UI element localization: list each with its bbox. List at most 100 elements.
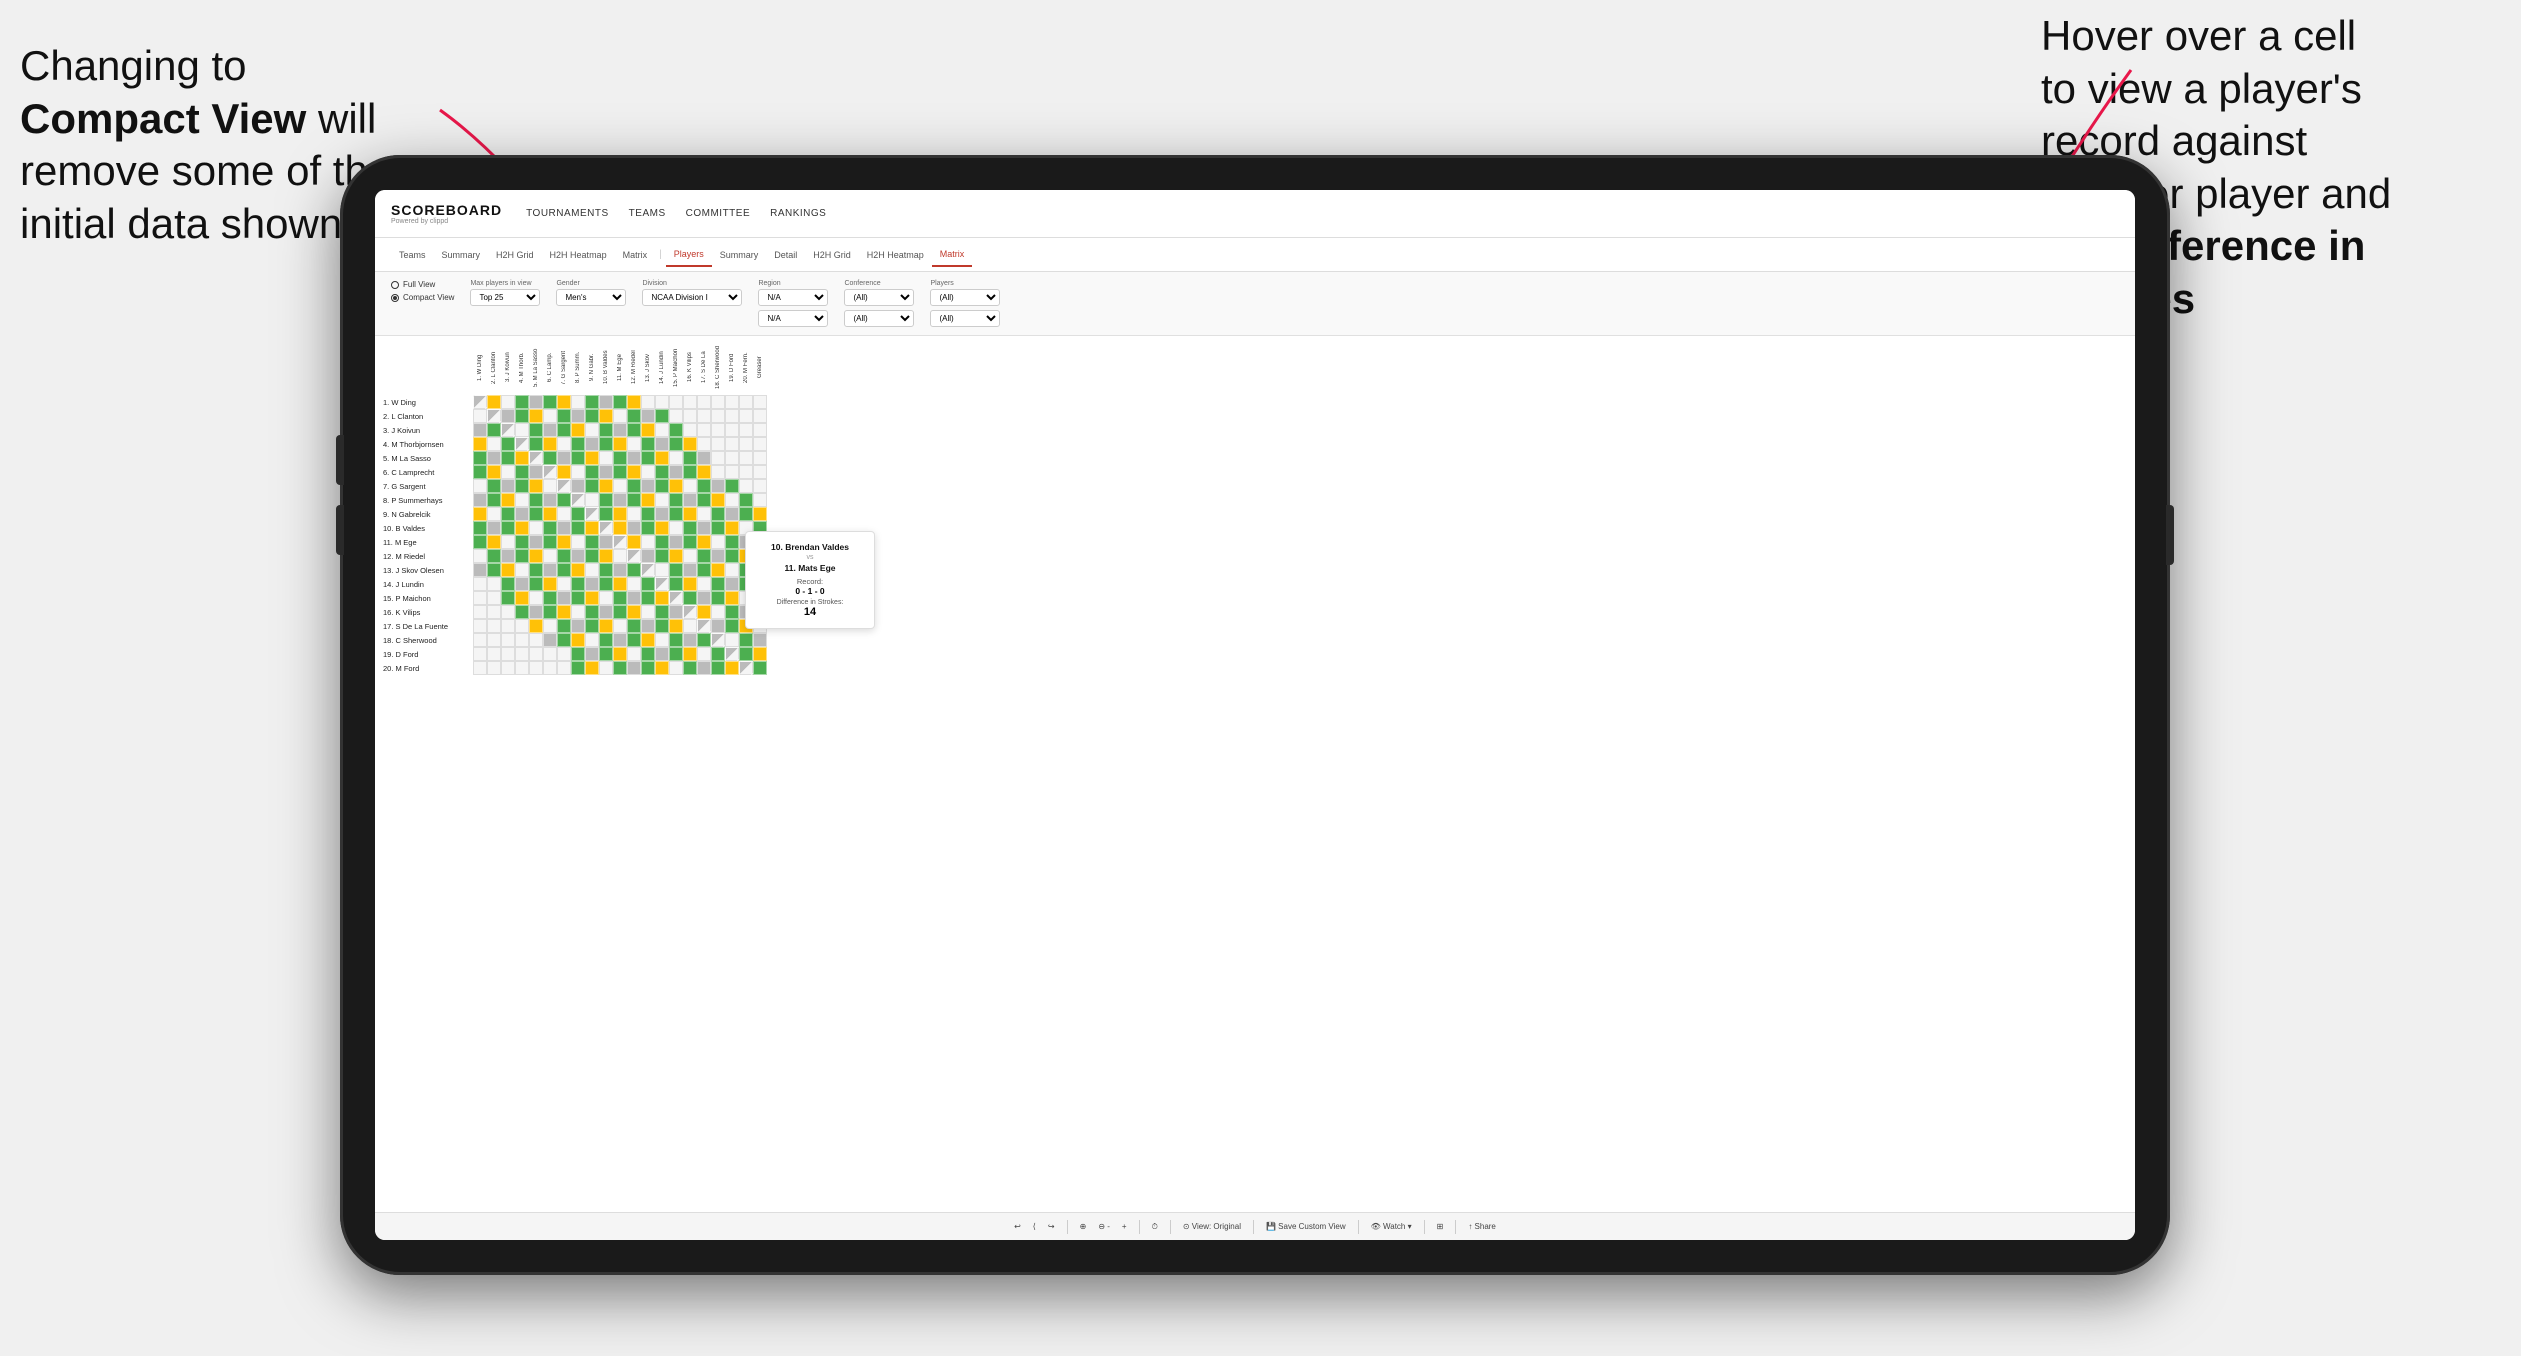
players-select[interactable]: (All): [930, 289, 1000, 306]
matrix-cell[interactable]: [473, 563, 487, 577]
conference-select2[interactable]: (All): [844, 310, 914, 327]
matrix-cell[interactable]: [669, 423, 683, 437]
matrix-cell[interactable]: [557, 507, 571, 521]
matrix-cell[interactable]: [599, 591, 613, 605]
matrix-cell[interactable]: [599, 563, 613, 577]
matrix-cell[interactable]: [711, 535, 725, 549]
matrix-cell[interactable]: [501, 619, 515, 633]
matrix-cell[interactable]: [739, 395, 753, 409]
matrix-cell[interactable]: [557, 423, 571, 437]
matrix-cell[interactable]: [585, 577, 599, 591]
matrix-cell[interactable]: [529, 507, 543, 521]
matrix-cell[interactable]: [571, 661, 585, 675]
matrix-cell[interactable]: [487, 423, 501, 437]
matrix-cell[interactable]: [473, 437, 487, 451]
matrix-cell[interactable]: [585, 549, 599, 563]
matrix-cell[interactable]: [543, 465, 557, 479]
players-select2[interactable]: (All): [930, 310, 1000, 327]
tab-h2h-heatmap[interactable]: H2H Heatmap: [542, 244, 615, 266]
matrix-cell[interactable]: [697, 591, 711, 605]
matrix-cell[interactable]: [585, 563, 599, 577]
matrix-cell[interactable]: [711, 423, 725, 437]
matrix-cell[interactable]: [725, 563, 739, 577]
matrix-cell[interactable]: [641, 563, 655, 577]
matrix-cell[interactable]: [501, 535, 515, 549]
matrix-cell[interactable]: [627, 423, 641, 437]
matrix-cell[interactable]: [543, 409, 557, 423]
matrix-cell[interactable]: [501, 423, 515, 437]
matrix-cell[interactable]: [655, 423, 669, 437]
matrix-cell[interactable]: [613, 647, 627, 661]
matrix-cell[interactable]: [641, 661, 655, 675]
matrix-cell[interactable]: [515, 507, 529, 521]
matrix-cell[interactable]: [473, 661, 487, 675]
matrix-cell[interactable]: [599, 521, 613, 535]
matrix-cell[interactable]: [683, 465, 697, 479]
matrix-cell[interactable]: [725, 395, 739, 409]
matrix-cell[interactable]: [473, 451, 487, 465]
matrix-cell[interactable]: [473, 521, 487, 535]
full-view-radio[interactable]: [391, 281, 399, 289]
matrix-cell[interactable]: [557, 619, 571, 633]
matrix-cell[interactable]: [627, 465, 641, 479]
matrix-cell[interactable]: [501, 437, 515, 451]
matrix-cell[interactable]: [585, 591, 599, 605]
matrix-cell[interactable]: [655, 465, 669, 479]
matrix-cell[interactable]: [529, 479, 543, 493]
matrix-cell[interactable]: [655, 535, 669, 549]
matrix-cell[interactable]: [613, 423, 627, 437]
matrix-cell[interactable]: [711, 437, 725, 451]
tab-h2h-grid2[interactable]: H2H Grid: [805, 244, 859, 266]
matrix-cell[interactable]: [641, 437, 655, 451]
matrix-cell[interactable]: [669, 479, 683, 493]
matrix-cell[interactable]: [641, 521, 655, 535]
matrix-cell[interactable]: [655, 451, 669, 465]
matrix-cell[interactable]: [473, 647, 487, 661]
matrix-cell[interactable]: [599, 493, 613, 507]
matrix-cell[interactable]: [543, 563, 557, 577]
matrix-cell[interactable]: [529, 661, 543, 675]
matrix-cell[interactable]: [697, 479, 711, 493]
matrix-cell[interactable]: [641, 479, 655, 493]
matrix-cell[interactable]: [487, 521, 501, 535]
matrix-cell[interactable]: [557, 465, 571, 479]
matrix-cell[interactable]: [739, 633, 753, 647]
matrix-cell[interactable]: [627, 437, 641, 451]
matrix-cell[interactable]: [725, 549, 739, 563]
matrix-cell[interactable]: [571, 507, 585, 521]
matrix-cell[interactable]: [711, 605, 725, 619]
matrix-cell[interactable]: [711, 577, 725, 591]
matrix-cell[interactable]: [529, 549, 543, 563]
matrix-cell[interactable]: [711, 409, 725, 423]
matrix-cell[interactable]: [501, 451, 515, 465]
matrix-cell[interactable]: [613, 535, 627, 549]
tab-summary[interactable]: Summary: [434, 244, 489, 266]
matrix-cell[interactable]: [501, 493, 515, 507]
matrix-cell[interactable]: [613, 437, 627, 451]
matrix-cell[interactable]: [641, 619, 655, 633]
matrix-cell[interactable]: [529, 395, 543, 409]
matrix-cell[interactable]: [739, 423, 753, 437]
tab-h2h-grid[interactable]: H2H Grid: [488, 244, 542, 266]
matrix-cell[interactable]: [641, 423, 655, 437]
matrix-cell[interactable]: [487, 507, 501, 521]
matrix-cell[interactable]: [543, 605, 557, 619]
matrix-cell[interactable]: [515, 395, 529, 409]
matrix-cell[interactable]: [641, 577, 655, 591]
matrix-cell[interactable]: [739, 437, 753, 451]
matrix-cell[interactable]: [641, 633, 655, 647]
clock-button[interactable]: ⏱: [1152, 1222, 1158, 1232]
matrix-cell[interactable]: [529, 591, 543, 605]
matrix-cell[interactable]: [473, 409, 487, 423]
matrix-cell[interactable]: [669, 549, 683, 563]
matrix-cell[interactable]: [515, 535, 529, 549]
matrix-cell[interactable]: [515, 661, 529, 675]
matrix-cell[interactable]: [739, 479, 753, 493]
matrix-cell[interactable]: [557, 647, 571, 661]
matrix-cell[interactable]: [473, 549, 487, 563]
matrix-cell[interactable]: [487, 451, 501, 465]
matrix-cell[interactable]: [655, 507, 669, 521]
matrix-cell[interactable]: [641, 465, 655, 479]
matrix-cell[interactable]: [557, 591, 571, 605]
matrix-cell[interactable]: [711, 549, 725, 563]
